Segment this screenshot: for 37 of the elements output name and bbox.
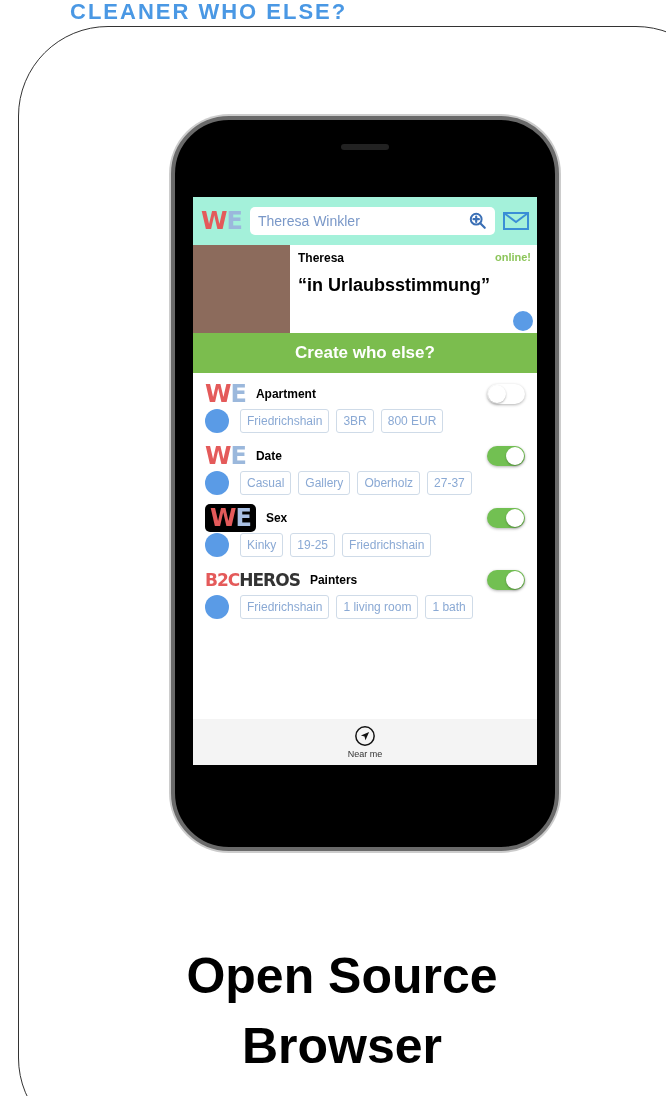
toggle-switch[interactable]	[487, 384, 525, 404]
tag[interactable]: 1 bath	[425, 595, 473, 619]
logo-text: WE	[205, 504, 256, 532]
tag[interactable]: 1 living room	[336, 595, 419, 619]
profile-quote: “in Urlaubsstimmung”	[298, 275, 491, 296]
tag[interactable]: 800 EUR	[380, 409, 444, 433]
tag[interactable]: Friedrichshain	[342, 533, 432, 557]
logo-text: B2CHEROS	[205, 570, 300, 590]
toggle-switch[interactable]	[487, 570, 525, 590]
mail-icon[interactable]	[503, 212, 529, 230]
tag[interactable]: 3BR	[336, 409, 374, 433]
caption-text: Browser	[241, 1017, 443, 1076]
search-field[interactable]: Theresa Winkler	[249, 207, 495, 235]
logo-text: WE	[205, 442, 246, 470]
section-title: Painters	[309, 573, 358, 587]
tag[interactable]: 19-25	[290, 533, 336, 557]
caption-text: Open Source	[186, 947, 498, 1006]
online-status: online!	[494, 251, 531, 265]
logo-text: WE	[201, 207, 242, 235]
profile-name: Theresa	[298, 251, 345, 265]
tag[interactable]: 27-37	[427, 471, 472, 495]
tag[interactable]: Oberholz	[357, 471, 421, 495]
create-banner[interactable]: Create who else?	[193, 333, 537, 373]
tag[interactable]: Friedrichshain	[240, 409, 330, 433]
tag[interactable]: Casual	[240, 471, 292, 495]
toggle-switch[interactable]	[487, 446, 525, 466]
section-title: Apartment	[255, 387, 316, 401]
banner-title: CLEANER WHO ELSE?	[70, 0, 348, 24]
near-me-tab[interactable]: Near me	[347, 725, 383, 759]
toggle-switch[interactable]	[487, 508, 525, 528]
tag[interactable]: Gallery	[298, 471, 351, 495]
section-title: Sex	[265, 511, 288, 525]
tag[interactable]: Friedrichshain	[240, 595, 330, 619]
section-title: Date	[255, 449, 282, 463]
tag[interactable]: Kinky	[240, 533, 284, 557]
zoom-in-icon[interactable]	[469, 212, 487, 230]
logo-text: WE	[205, 380, 246, 408]
